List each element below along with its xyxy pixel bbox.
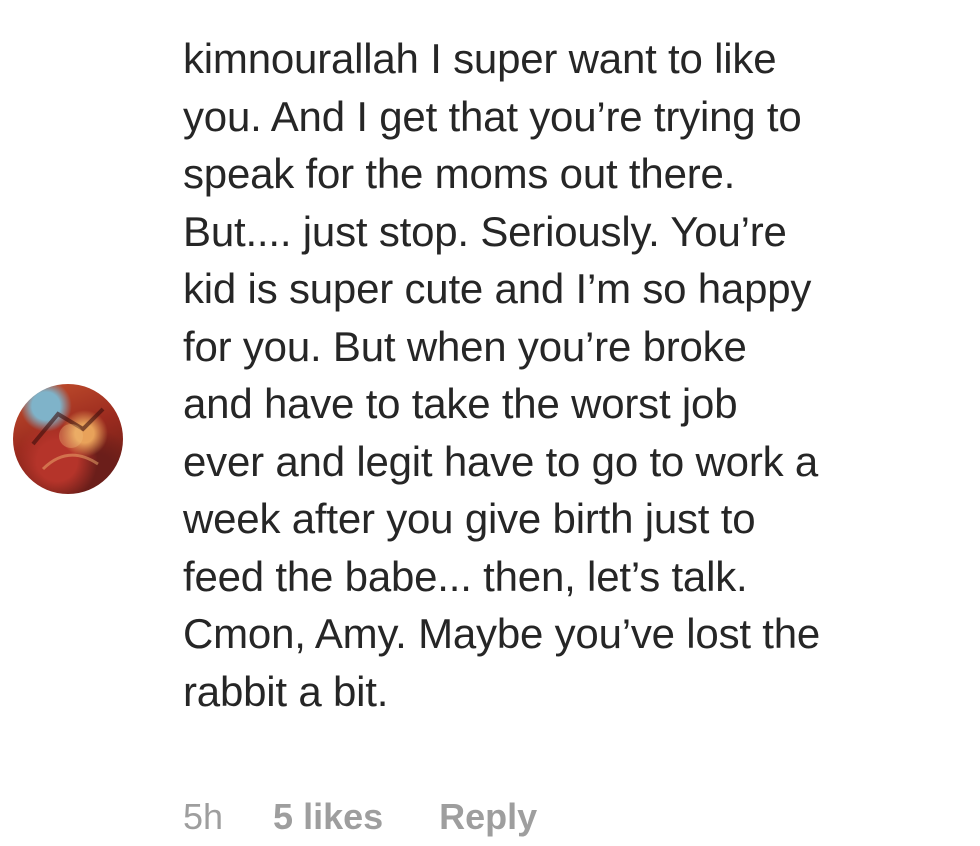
comment-body: kimnourallah I super want to like you. A… [183, 30, 973, 720]
reply-button[interactable]: Reply [439, 796, 537, 838]
comment-username[interactable]: kimnourallah [183, 35, 419, 82]
comment-likes-count[interactable]: 5 likes [273, 796, 383, 838]
avatar-photo-icon [31, 407, 105, 471]
comment: kimnourallah I super want to like you. A… [0, 0, 980, 846]
avatar[interactable] [13, 384, 123, 494]
comment-meta: 5h 5 likes Reply [183, 796, 537, 838]
comment-timestamp[interactable]: 5h [183, 796, 223, 838]
comment-text: kimnourallah I super want to like you. A… [183, 30, 973, 720]
comment-message: I super want to like you. And I get that… [183, 35, 821, 715]
